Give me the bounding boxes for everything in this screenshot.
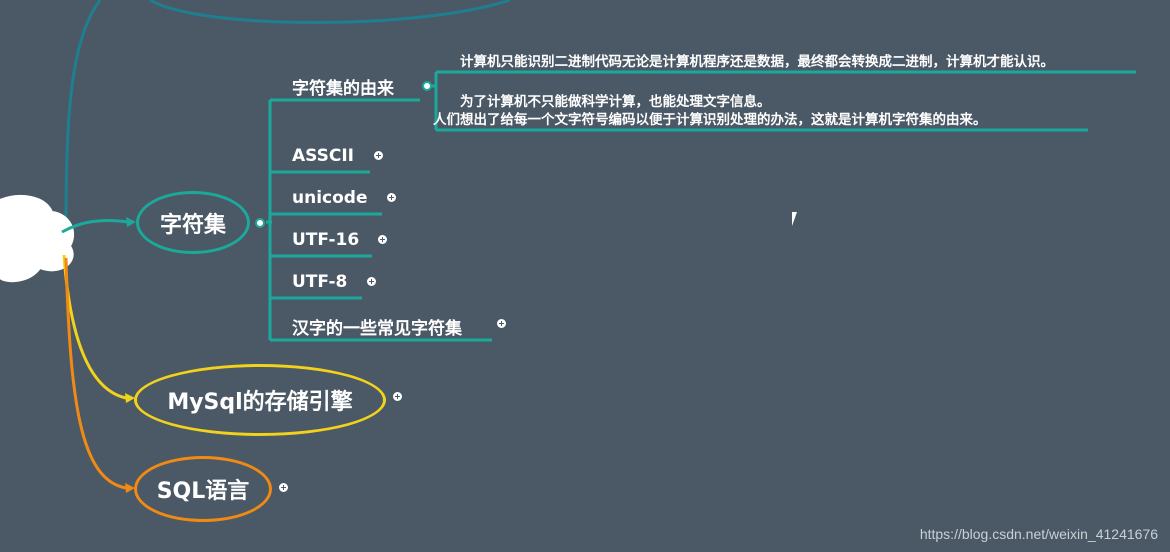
mysql-node-label: MySql的存储引擎 [167,390,353,415]
mysql-expand-icon[interactable] [393,392,402,401]
ascii-expand-icon[interactable] [374,151,383,160]
charset-node[interactable]: 字符集 [136,191,250,254]
hanzi-topic[interactable]: 汉字的一些常见字符集 [292,314,462,339]
unicode-expand-icon[interactable] [387,193,396,202]
mouse-cursor-icon [792,212,802,226]
origin-note-2b: 人们想出了给每一个文字符号编码以便于计算识别处理的办法，这就是计算机字符集的由来… [433,112,987,128]
root-cloud [0,195,75,283]
origin-note-1: 计算机只能识别二进制代码无论是计算机程序还是数据，最终都会转换成二进制，计算机才… [460,54,1054,70]
charset-node-label: 字符集 [159,212,226,238]
mysql-node[interactable]: MySql的存储引擎 [134,364,386,436]
utf16-expand-icon[interactable] [378,235,387,244]
unicode-topic[interactable]: unicode [292,188,368,208]
top-branch-line [64,0,102,223]
watermark: https://blog.csdn.net/weixin_41241676 [919,526,1158,542]
hanzi-expand-icon[interactable] [497,319,506,328]
sql-expand-icon[interactable] [279,483,288,492]
origin-collapse-toggle[interactable] [422,81,432,91]
ascii-topic[interactable]: ASSCII [292,146,354,166]
top-oval-edge [149,0,511,24]
sql-branch-line [64,257,127,490]
sql-node[interactable]: SQL语言 [134,456,272,522]
charset-arrow [126,217,136,227]
utf8-expand-icon[interactable] [367,277,376,286]
sql-node-label: SQL语言 [156,479,250,504]
utf8-topic[interactable]: UTF-8 [292,272,347,292]
utf16-topic[interactable]: UTF-16 [292,230,359,250]
origin-note-2a: 为了计算机不只能做科学计算，也能处理文字信息。 [460,94,771,110]
charset-collapse-toggle[interactable] [255,218,265,228]
origin-topic[interactable]: 字符集的由来 [292,74,394,99]
